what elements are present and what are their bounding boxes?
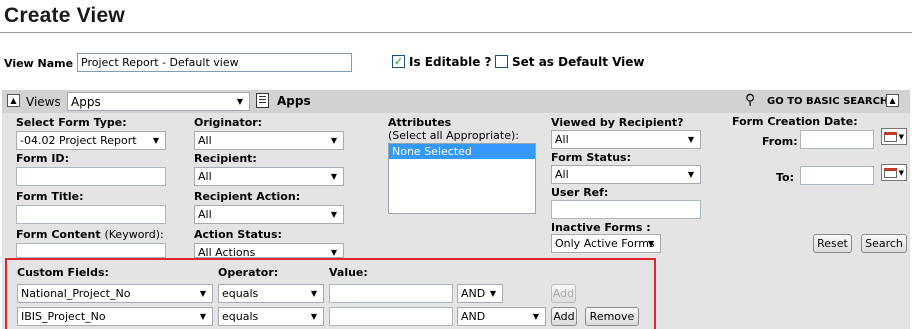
add-button[interactable]: Add: [551, 284, 576, 303]
chevron-down-icon: ▼: [199, 312, 207, 321]
join-value: AND: [461, 310, 486, 323]
operator-header: Operator:: [218, 266, 279, 279]
originator-select[interactable]: All ▼: [194, 131, 344, 150]
originator-label: Originator:: [194, 116, 263, 129]
from-date-input[interactable]: [800, 130, 874, 149]
form-content-label: Form Content (Keyword):: [16, 228, 164, 241]
operator-select[interactable]: equals ▼: [218, 307, 324, 326]
chevron-down-icon: ▼: [532, 312, 540, 321]
inactive-forms-select[interactable]: Only Active Forms ▼: [551, 234, 661, 253]
chevron-down-icon: ▼: [152, 136, 160, 145]
chevron-down-icon: ▼: [687, 170, 695, 179]
form-type-select[interactable]: -04.02 Project Report ▼: [16, 131, 166, 150]
inactive-forms-value: Only Active Forms: [555, 237, 655, 250]
remove-button[interactable]: Remove: [585, 307, 639, 326]
custom-field-select[interactable]: IBIS_Project_No ▼: [17, 307, 213, 326]
inactive-forms-label: Inactive Forms :: [551, 221, 651, 234]
views-label: Views: [26, 95, 61, 109]
recipient-select[interactable]: All ▼: [194, 167, 344, 186]
document-icon: [256, 93, 269, 108]
chevron-down-icon: ▼: [236, 97, 244, 106]
form-type-label: Select Form Type:: [16, 116, 127, 129]
attributes-option[interactable]: None Selected: [389, 144, 535, 159]
reset-button[interactable]: Reset: [813, 234, 852, 253]
viewed-by-recipient-label: Viewed by Recipient?: [551, 116, 684, 129]
form-status-value: All: [555, 168, 569, 181]
recipient-label: Recipient:: [194, 152, 257, 165]
chevron-down-icon: ▼: [330, 136, 338, 145]
user-ref-label: User Ref:: [551, 186, 609, 199]
form-status-select[interactable]: All ▼: [551, 165, 701, 184]
action-status-value: All Actions: [198, 246, 256, 258]
value-header: Value:: [329, 266, 368, 279]
user-ref-input[interactable]: [551, 200, 701, 219]
from-date-label: From:: [762, 135, 798, 148]
form-id-label: Form ID:: [16, 152, 69, 165]
page-title: Create View: [4, 4, 125, 27]
custom-value-input[interactable]: [329, 284, 453, 303]
chevron-down-icon: ▼: [687, 135, 695, 144]
attributes-hint: (Select all Appropriate):: [388, 129, 519, 142]
chevron-down-icon: ▼: [199, 289, 207, 298]
action-status-label: Action Status:: [194, 228, 282, 241]
is-editable-label: Is Editable ?: [409, 55, 492, 69]
form-status-label: Form Status:: [551, 151, 631, 164]
attributes-label: Attributes: [388, 116, 452, 129]
is-editable-checkbox[interactable]: ✓: [392, 55, 405, 68]
operator-select[interactable]: equals ▼: [218, 284, 324, 303]
chevron-down-icon: ▼: [330, 172, 338, 181]
chevron-down-icon: ▼: [310, 289, 318, 298]
action-status-select[interactable]: All Actions ▼: [194, 243, 344, 258]
chevron-down-icon: ▼: [647, 239, 655, 248]
originator-value: All: [198, 134, 212, 147]
form-title-label: Form Title:: [16, 190, 84, 203]
form-content-label-text: Form Content: [16, 228, 101, 241]
recipient-value: All: [198, 170, 212, 183]
form-content-hint: (Keyword):: [104, 228, 164, 241]
search-button[interactable]: Search: [861, 234, 907, 253]
calendar-icon[interactable]: ▼: [881, 128, 907, 145]
viewed-by-recipient-select[interactable]: All ▼: [551, 130, 701, 149]
custom-field-value: IBIS_Project_No: [21, 310, 106, 323]
form-title-input[interactable]: [16, 205, 166, 224]
basic-search-link[interactable]: GO TO BASIC SEARCH: [767, 96, 888, 107]
join-select[interactable]: AND ▼: [457, 307, 546, 326]
join-select[interactable]: AND ▼: [457, 284, 503, 303]
collapse-panel-icon[interactable]: ▲: [886, 94, 899, 107]
chevron-down-icon: ▼: [310, 312, 318, 321]
recipient-action-select[interactable]: All ▼: [194, 205, 344, 224]
operator-value: equals: [222, 310, 259, 323]
operator-value: equals: [222, 287, 259, 300]
form-id-input[interactable]: [16, 167, 166, 186]
custom-fields-header: Custom Fields:: [17, 266, 109, 279]
title-divider: [0, 32, 912, 33]
custom-field-select[interactable]: National_Project_No ▼: [17, 284, 213, 303]
default-view-label: Set as Default View: [512, 55, 645, 69]
creation-date-label: Form Creation Date:: [732, 115, 858, 128]
calendar-icon[interactable]: ▼: [881, 164, 907, 181]
search-icon: ⚲: [745, 92, 756, 108]
collapse-icon[interactable]: ▲: [7, 94, 20, 107]
viewed-by-recipient-value: All: [555, 133, 569, 146]
form-content-input[interactable]: [16, 243, 166, 258]
default-view-checkbox[interactable]: [495, 55, 508, 68]
recipient-action-label: Recipient Action:: [194, 190, 301, 203]
apps-label: Apps: [277, 94, 311, 108]
add-button[interactable]: Add: [551, 307, 577, 326]
view-name-label: View Name :: [4, 57, 82, 70]
view-name-input[interactable]: Project Report - Default view: [77, 53, 352, 72]
join-value: AND: [461, 287, 486, 300]
to-date-input[interactable]: [800, 166, 874, 185]
form-type-value: -04.02 Project Report: [20, 134, 137, 147]
to-date-label: To:: [776, 171, 794, 184]
chevron-down-icon: ▼: [489, 289, 497, 298]
views-select-value: Apps: [71, 95, 101, 109]
chevron-down-icon: ▼: [330, 210, 338, 219]
custom-field-value: National_Project_No: [21, 287, 131, 300]
chevron-down-icon: ▼: [330, 248, 338, 257]
custom-value-input[interactable]: [329, 307, 453, 326]
recipient-action-value: All: [198, 208, 212, 221]
views-select[interactable]: Apps ▼: [67, 92, 250, 111]
attributes-listbox[interactable]: None Selected: [388, 143, 536, 214]
